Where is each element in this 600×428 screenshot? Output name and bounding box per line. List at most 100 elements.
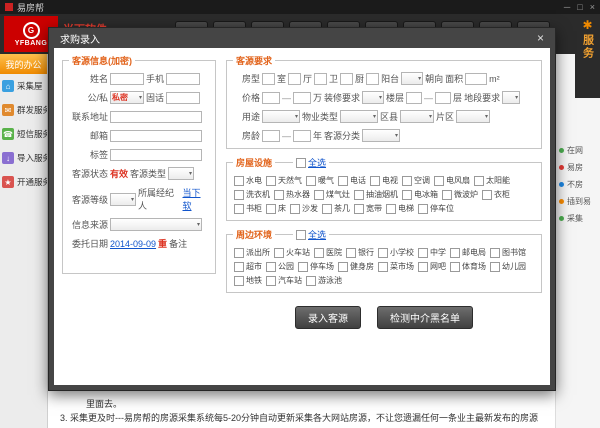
price-max-input[interactable]	[293, 91, 311, 104]
age-max-input[interactable]	[293, 129, 311, 142]
checkbox[interactable]	[322, 203, 332, 214]
maximize-button[interactable]: □	[577, 0, 582, 14]
checkbox[interactable]	[234, 247, 244, 258]
checkbox[interactable]	[314, 247, 324, 258]
environment-checkbox-item[interactable]: 游泳池	[306, 275, 342, 286]
checkbox[interactable]	[402, 175, 412, 186]
type-select[interactable]: ▾	[168, 167, 195, 180]
sidebar-item-activate[interactable]: ★ 开通服务	[0, 170, 47, 194]
sidebar-item-import[interactable]: ↓ 导入服务	[0, 146, 47, 170]
checkbox[interactable]	[354, 203, 364, 214]
category-select[interactable]: ▾	[362, 129, 401, 142]
checkbox[interactable]	[386, 203, 396, 214]
checkbox[interactable]	[306, 175, 316, 186]
checkbox[interactable]	[418, 247, 428, 258]
tag-input[interactable]	[110, 148, 202, 161]
checkbox[interactable]	[418, 203, 428, 214]
facility-checkbox-item[interactable]: 电冰箱	[402, 189, 438, 200]
right-panel-link[interactable]: 插到易	[556, 193, 600, 210]
facility-checkbox-item[interactable]: 沙发	[290, 203, 318, 214]
environment-checkbox-item[interactable]: 中学	[418, 247, 446, 258]
checkbox[interactable]	[234, 175, 244, 186]
checkbox[interactable]	[266, 175, 276, 186]
facility-checkbox-item[interactable]: 微波炉	[442, 189, 478, 200]
reset-link[interactable]: 重	[158, 237, 167, 250]
facility-checkbox-item[interactable]: 洗衣机	[234, 189, 270, 200]
checkbox[interactable]	[298, 261, 308, 272]
facility-checkbox-item[interactable]: 暖气	[306, 175, 334, 186]
environment-checkbox-item[interactable]: 银行	[346, 247, 374, 258]
environment-checkbox-item[interactable]: 体育场	[450, 261, 486, 272]
kitchens-input[interactable]	[340, 72, 354, 85]
right-panel-link[interactable]: 易房	[556, 159, 600, 176]
right-panel-link[interactable]: 采集	[556, 210, 600, 227]
facility-checkbox-item[interactable]: 衣柜	[482, 189, 510, 200]
floor-min-input[interactable]	[406, 91, 423, 104]
subarea-select[interactable]: ▾	[456, 110, 491, 123]
facility-checkbox-item[interactable]: 电梯	[386, 203, 414, 214]
right-panel-link[interactable]: 不房	[556, 176, 600, 193]
facility-checkbox-item[interactable]: 煤气灶	[314, 189, 350, 200]
checkbox[interactable]	[314, 189, 324, 200]
checkbox[interactable]	[490, 247, 500, 258]
environment-checkbox-item[interactable]: 健身房	[338, 261, 374, 272]
checkbox[interactable]	[402, 189, 412, 200]
checkbox[interactable]	[234, 203, 244, 214]
facility-checkbox-item[interactable]: 电话	[338, 175, 366, 186]
floor-max-input[interactable]	[435, 91, 452, 104]
checkbox[interactable]	[490, 261, 500, 272]
checkbox[interactable]	[306, 275, 316, 286]
facility-checkbox-item[interactable]: 停车位	[418, 203, 454, 214]
facility-checkbox-item[interactable]: 空调	[402, 175, 430, 186]
checkbox[interactable]	[442, 189, 452, 200]
sidebar-item-sms[interactable]: ☎ 短信服务	[0, 122, 47, 146]
sidebar-item-collect[interactable]: ⌂ 采集屋	[0, 74, 47, 98]
checkbox[interactable]	[290, 203, 300, 214]
environment-checkbox-item[interactable]: 医院	[314, 247, 342, 258]
environment-checkbox-item[interactable]: 派出所	[234, 247, 270, 258]
checkbox[interactable]	[338, 261, 348, 272]
checkbox[interactable]	[370, 175, 380, 186]
checkbox[interactable]	[378, 261, 388, 272]
use-select[interactable]: ▾	[262, 110, 300, 123]
checkbox[interactable]	[234, 261, 244, 272]
close-icon[interactable]: ×	[537, 28, 544, 48]
address-input[interactable]	[110, 110, 202, 123]
environment-checkbox-item[interactable]: 超市	[234, 261, 262, 272]
property-type-select[interactable]: ▾	[340, 110, 379, 123]
environment-checkbox-item[interactable]: 菜市场	[378, 261, 414, 272]
checkbox[interactable]	[354, 189, 364, 200]
halls-input[interactable]	[288, 72, 302, 85]
checkbox[interactable]	[450, 261, 460, 272]
environment-checkbox-item[interactable]: 网吧	[418, 261, 446, 272]
facility-checkbox-item[interactable]: 太阳能	[474, 175, 510, 186]
environment-checkbox-item[interactable]: 地铁	[234, 275, 262, 286]
checkbox[interactable]	[274, 247, 284, 258]
environment-checkbox-item[interactable]: 幼儿园	[490, 261, 526, 272]
environment-select-all[interactable]: 全选	[293, 228, 330, 241]
checkbox[interactable]	[296, 157, 306, 168]
environment-checkbox-item[interactable]: 邮电局	[450, 247, 486, 258]
checkbox[interactable]	[266, 275, 276, 286]
checkbox[interactable]	[234, 189, 244, 200]
agent-value-link[interactable]: 当下软	[183, 186, 209, 212]
facility-checkbox-item[interactable]: 电风扇	[434, 175, 470, 186]
minimize-button[interactable]: ─	[564, 0, 570, 14]
close-window-button[interactable]: ×	[590, 0, 595, 14]
baths-input[interactable]	[314, 72, 328, 85]
blacklist-check-button[interactable]: 检测中介黑名单	[377, 306, 473, 329]
checkbox[interactable]	[266, 203, 276, 214]
age-min-input[interactable]	[262, 129, 280, 142]
price-min-input[interactable]	[262, 91, 280, 104]
checkbox[interactable]	[378, 247, 388, 258]
date-value-link[interactable]: 2014-09-09	[110, 239, 156, 249]
checkbox[interactable]	[450, 247, 460, 258]
area-input[interactable]	[465, 72, 488, 85]
facility-checkbox-item[interactable]: 抽油烟机	[354, 189, 398, 200]
email-input[interactable]	[110, 129, 202, 142]
facility-checkbox-item[interactable]: 书柜	[234, 203, 262, 214]
name-input[interactable]	[110, 72, 144, 85]
privacy-select[interactable]: 私密 ▾	[110, 91, 144, 104]
checkbox[interactable]	[418, 261, 428, 272]
status-value-link[interactable]: 有效	[110, 167, 128, 180]
